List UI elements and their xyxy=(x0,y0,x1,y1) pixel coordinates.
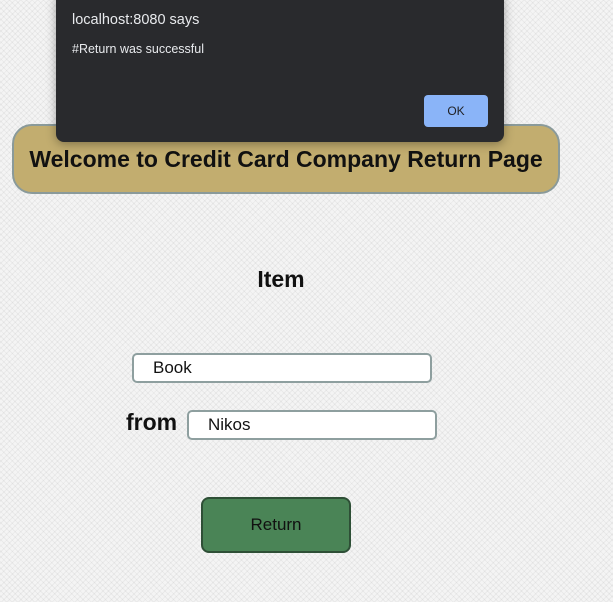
dialog-ok-button[interactable]: OK xyxy=(424,95,488,127)
return-button[interactable]: Return xyxy=(201,497,351,553)
alert-dialog: localhost:8080 says #Return was successf… xyxy=(56,0,504,142)
return-page: Welcome to Credit Card Company Return Pa… xyxy=(0,0,613,602)
item-heading: Item xyxy=(257,266,305,292)
dialog-message: #Return was successful xyxy=(72,42,205,56)
from-input[interactable] xyxy=(187,410,437,440)
item-input[interactable] xyxy=(132,353,432,383)
from-label: from xyxy=(126,409,178,435)
page-title: Welcome to Credit Card Company Return Pa… xyxy=(29,145,543,172)
dialog-title: localhost:8080 says xyxy=(72,12,200,28)
